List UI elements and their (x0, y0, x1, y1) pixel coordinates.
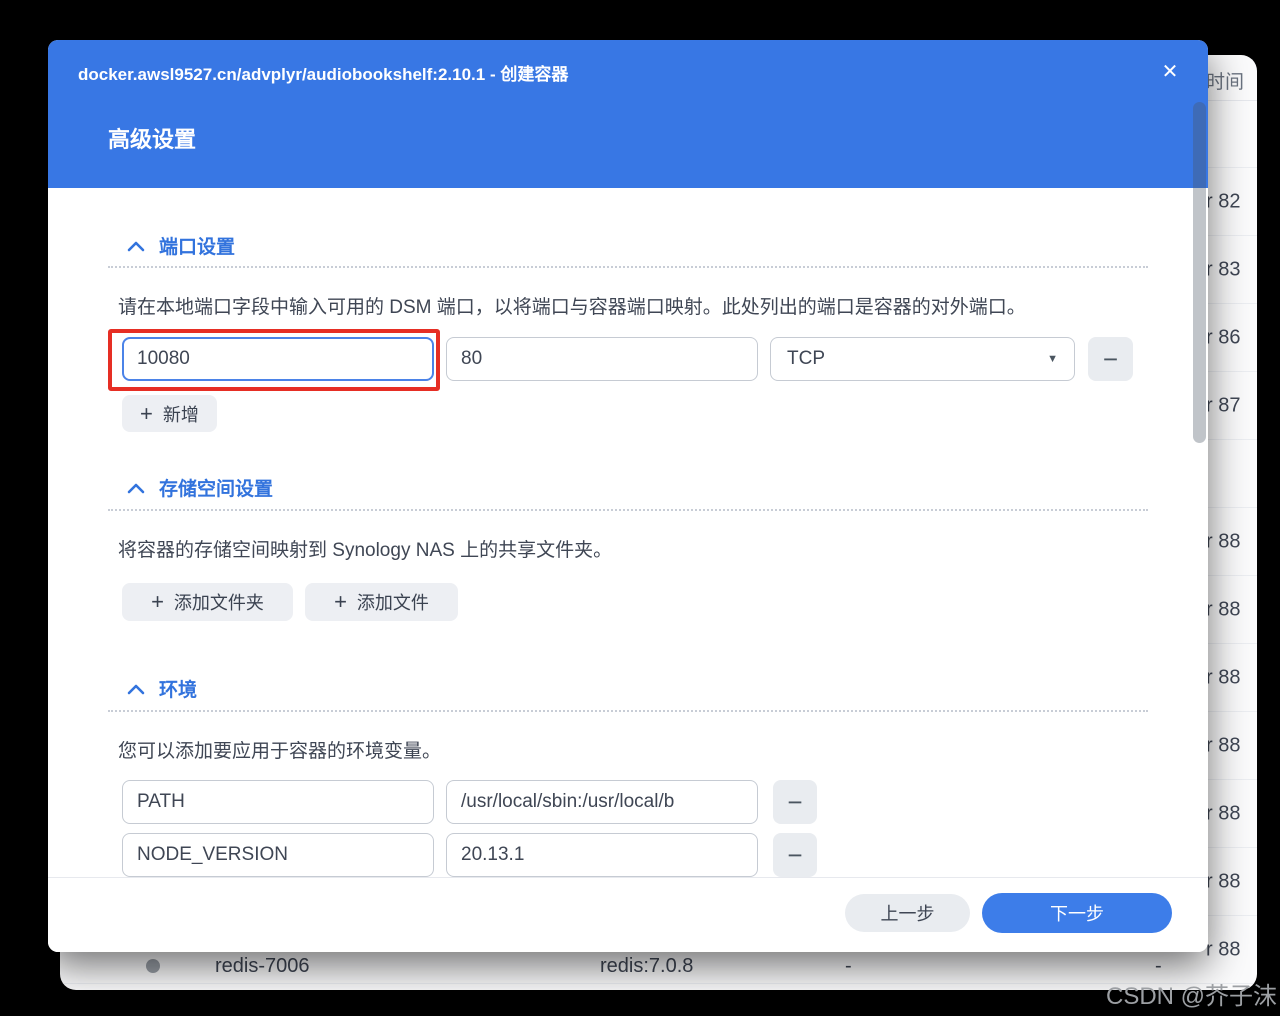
create-container-dialog: docker.awsl9527.cn/advplyr/audiobookshel… (48, 40, 1208, 952)
storage-buttons-row: + 添加文件夹 + 添加文件 (122, 583, 458, 621)
add-folder-button[interactable]: + 添加文件夹 (122, 583, 293, 621)
watermark-text: CSDN @芥子沫 (1106, 976, 1277, 1011)
row-fragment: r 87 (1206, 394, 1240, 417)
env-var-row: − (122, 833, 817, 877)
back-button[interactable]: 上一步 (845, 894, 970, 932)
chevron-up-icon (127, 683, 145, 695)
row-fragment: r 88 (1206, 734, 1240, 757)
row-fragment: r 88 (1206, 530, 1240, 553)
section-title-env: 环境 (159, 675, 197, 702)
add-folder-label: 添加文件夹 (174, 589, 264, 615)
close-icon: ✕ (1162, 59, 1179, 84)
section-divider (108, 266, 1148, 268)
remove-env-button[interactable]: − (773, 833, 817, 877)
minus-icon: − (787, 787, 802, 818)
storage-description: 将容器的存储空间映射到 Synology NAS 上的共享文件夹。 (118, 535, 612, 562)
remove-env-button[interactable]: − (773, 780, 817, 824)
add-file-button[interactable]: + 添加文件 (305, 583, 458, 621)
add-port-label: 新增 (163, 401, 199, 427)
dialog-scrollbar-thumb[interactable] (1193, 102, 1206, 443)
local-port-input[interactable] (122, 337, 434, 381)
env-var-row: − (122, 780, 817, 824)
chevron-up-icon (127, 482, 145, 494)
dialog-header: docker.awsl9527.cn/advplyr/audiobookshel… (48, 40, 1208, 188)
row-fragment: r 86 (1206, 326, 1240, 349)
env-description: 您可以添加要应用于容器的环境变量。 (118, 736, 441, 763)
row-fragment: r 83 (1206, 258, 1240, 281)
minus-icon: − (787, 840, 802, 871)
container-port-input[interactable] (446, 337, 758, 381)
row-fragment: r 88 (1206, 802, 1240, 825)
row-fragment: r 88 (1206, 598, 1240, 621)
section-header-ports[interactable]: 端口设置 (127, 232, 235, 259)
status-dot-icon (146, 959, 160, 973)
ports-description: 请在本地端口字段中输入可用的 DSM 端口，以将端口与容器端口映射。此处列出的端… (118, 292, 1026, 319)
column-header-time: 时间 (1206, 67, 1244, 94)
section-header-env[interactable]: 环境 (127, 675, 197, 702)
container-cell: - (1155, 955, 1162, 978)
protocol-value: TCP (787, 348, 825, 370)
plus-icon: + (151, 591, 164, 613)
container-name: redis-7006 (215, 955, 310, 978)
plus-icon: + (140, 403, 153, 425)
env-value-input[interactable] (446, 780, 758, 824)
dialog-title: docker.awsl9527.cn/advplyr/audiobookshel… (78, 60, 568, 85)
container-list-row-redis: redis-7006 redis:7.0.8 - - (60, 951, 1257, 990)
port-mapping-row: TCP ▼ − (122, 337, 1133, 381)
plus-icon: + (334, 591, 347, 613)
screenshot-stage: 时间 r 82 r 83 r 86 r 87 r 88 r 88 r 88 r … (0, 0, 1280, 1016)
section-title-storage: 存储空间设置 (159, 474, 273, 501)
env-name-input[interactable] (122, 833, 434, 877)
chevron-up-icon (127, 240, 145, 252)
dialog-subtitle: 高级设置 (108, 122, 196, 154)
next-button[interactable]: 下一步 (982, 893, 1172, 933)
chevron-down-icon: ▼ (1047, 353, 1058, 365)
protocol-select[interactable]: TCP ▼ (770, 337, 1075, 381)
env-name-input[interactable] (122, 780, 434, 824)
env-value-input[interactable] (446, 833, 758, 877)
minus-icon: − (1103, 344, 1118, 375)
row-fragment: r 82 (1206, 190, 1240, 213)
container-image: redis:7.0.8 (600, 955, 693, 978)
container-cell: - (845, 955, 852, 978)
section-divider (108, 509, 1148, 511)
row-fragment: r 88 (1206, 870, 1240, 893)
row-fragment: r 88 (1206, 666, 1240, 689)
add-file-label: 添加文件 (357, 589, 429, 615)
remove-port-button[interactable]: − (1088, 337, 1133, 381)
section-divider (108, 710, 1148, 712)
dialog-footer: 上一步 下一步 (48, 877, 1208, 952)
section-header-storage[interactable]: 存储空间设置 (127, 474, 273, 501)
add-port-button[interactable]: + 新增 (122, 395, 217, 432)
section-title-ports: 端口设置 (159, 232, 235, 259)
close-button[interactable]: ✕ (1152, 54, 1188, 88)
